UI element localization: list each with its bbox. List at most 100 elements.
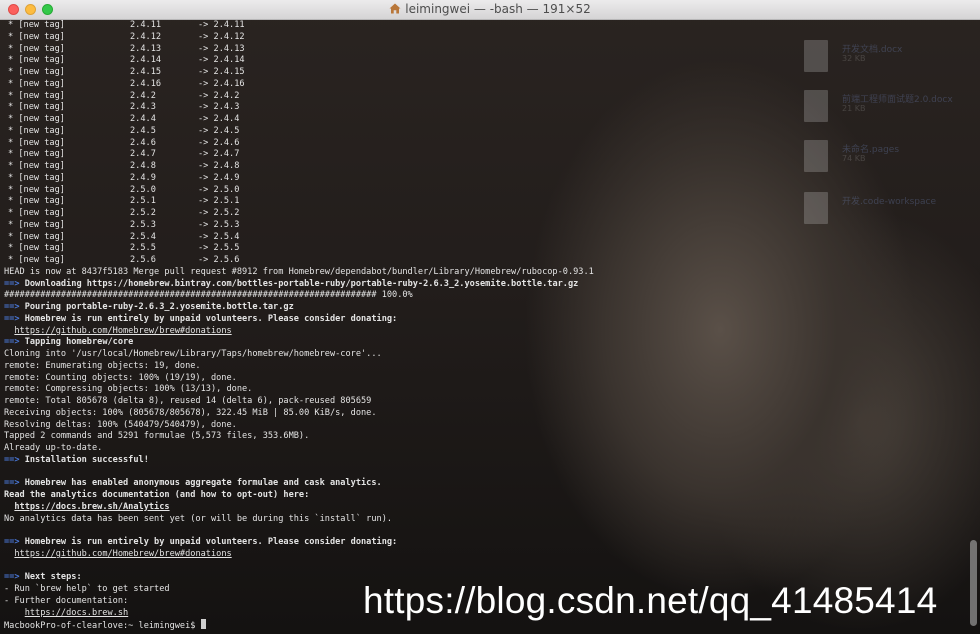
tag-ver: 2.5.2 [130,208,156,218]
output-text: - Run `brew help` to get started [4,584,170,594]
scrollbar-thumb[interactable] [970,540,977,626]
tag-label: * [new tag] [8,172,65,183]
tag-label: * [new tag] [8,196,65,207]
tag-line: * [new tag] 2.5.1 -> 2.5.1 [4,196,964,208]
tag-label: * [new tag] [8,31,65,42]
tag-line: * [new tag] 2.5.0 -> 2.5.0 [4,185,964,197]
output-line: ==> Downloading https://homebrew.bintray… [4,279,964,291]
prompt-arrow: ==> [4,478,20,489]
output-line: Cloning into '/usr/local/Homebrew/Librar… [4,349,964,361]
shell-prompt: MacbookPro-of-clearlove:~ leimingwei$ [4,621,201,632]
output-line: ==> Homebrew has enabled anonymous aggre… [4,478,964,490]
tag-line: * [new tag] 2.4.8 -> 2.4.8 [4,161,964,173]
output-line: remote: Counting objects: 100% (19/19), … [4,373,964,385]
output-text: Pouring portable-ruby-2.6.3_2.yosemite.b… [19,302,294,312]
prompt-arrow: ==> [4,537,20,547]
output-line: remote: Total 805678 (delta 8), reused 1… [4,396,964,408]
tag-label: * [new tag] [8,149,65,160]
tag-label: * [new tag] [8,20,65,30]
tag-ver: 2.4.8 [130,161,156,171]
output-line: ==> Installation successful! [4,455,964,467]
output-text: - Further documentation: [4,595,129,606]
tag-ver: 2.4.6 [130,137,156,148]
output-line: https://github.com/Homebrew/brew#donatio… [4,549,964,561]
tag-label: * [new tag] [8,43,65,54]
tag-line: * [new tag] 2.4.2 -> 2.4.2 [4,91,964,103]
tag-label: * [new tag] [8,67,65,77]
output-line: ==> Homebrew is run entirely by unpaid v… [4,314,964,326]
tag-target: -> 2.4.3 [198,102,240,113]
output-line: No analytics data has been sent yet (or … [4,514,964,526]
output-text: Homebrew has enabled anonymous aggregate… [19,478,382,489]
tag-label: * [new tag] [8,114,65,124]
watermark-text: https://blog.csdn.net/qq_41485414 [363,580,938,621]
tag-ver: 2.4.12 [130,31,162,42]
output-text: remote: Counting objects: 100% (19/19), … [4,372,237,383]
tag-target: -> 2.4.6 [198,137,240,148]
output-text: HEAD is now at 8437f5183 Merge pull requ… [4,266,594,277]
output-link[interactable]: https://github.com/Homebrew/brew#donatio… [14,549,231,559]
tag-target: -> 2.5.3 [198,219,240,230]
output-link[interactable]: https://docs.brew.sh [25,608,128,618]
terminal-output[interactable]: * [new tag] 2.4.11 -> 2.4.11 * [new tag] 2.4… [4,20,964,632]
tag-target: -> 2.4.12 [198,31,245,42]
tag-line: * [new tag] 2.4.15 -> 2.4.15 [4,67,964,79]
output-text: Homebrew is run entirely by unpaid volun… [19,537,398,547]
output-text: remote: Enumerating objects: 19, done. [4,360,201,371]
tag-target: -> 2.5.0 [198,184,240,195]
output-text: Homebrew is run entirely by unpaid volun… [19,313,398,324]
tag-label: * [new tag] [8,231,65,242]
tag-target: -> 2.4.4 [198,114,240,124]
output-line: ==> Homebrew is run entirely by unpaid v… [4,537,964,549]
prompt-arrow: ==> [4,278,20,289]
output-link[interactable]: https://docs.brew.sh/Analytics [14,502,169,512]
tag-label: * [new tag] [8,208,65,218]
output-line: HEAD is now at 8437f5183 Merge pull requ… [4,267,964,279]
tag-label: * [new tag] [8,102,65,113]
tag-line: * [new tag] 2.4.3 -> 2.4.3 [4,102,964,114]
output-link[interactable]: https://github.com/Homebrew/brew#donatio… [14,326,231,336]
tag-label: * [new tag] [8,219,65,230]
output-text: remote: Compressing objects: 100% (13/13… [4,384,253,395]
tag-label: * [new tag] [8,78,65,89]
tag-line: * [new tag] 2.5.5 -> 2.5.5 [4,243,964,255]
tag-ver: 2.4.3 [130,102,156,113]
text-cursor [200,619,206,630]
tag-target: -> 2.4.8 [198,161,240,171]
output-line: Resolving deltas: 100% (540479/540479), … [4,420,964,432]
title-bar[interactable]: leimingwei — -bash — 191×52 [0,0,980,20]
tag-target: -> 2.4.14 [198,55,245,66]
tag-ver: 2.4.15 [130,67,162,77]
tag-ver: 2.4.11 [130,20,162,30]
tag-line: * [new tag] 2.4.11 -> 2.4.11 [4,20,964,32]
output-line: ########################################… [4,290,964,302]
tag-target: -> 2.4.11 [198,20,245,30]
tag-target: -> 2.4.5 [198,125,240,136]
output-line: Already up-to-date. [4,443,964,455]
tag-ver: 2.4.16 [130,78,162,89]
output-text: remote: Total 805678 (delta 8), reused 1… [4,396,372,406]
window-title-text: leimingwei — -bash — 191×52 [405,2,591,16]
tag-ver: 2.5.6 [130,255,156,265]
tag-line: * [new tag] 2.5.6 -> 2.5.6 [4,255,964,267]
tag-ver: 2.4.9 [130,172,156,183]
tag-ver: 2.5.0 [130,184,156,195]
tag-label: * [new tag] [8,255,65,265]
tag-label: * [new tag] [8,161,65,171]
tag-line: * [new tag] 2.4.9 -> 2.4.9 [4,173,964,185]
output-line: Tapped 2 commands and 5291 formulae (5,5… [4,431,964,443]
output-text: Tapped 2 commands and 5291 formulae (5,5… [4,431,310,442]
tag-target: -> 2.4.7 [198,149,240,160]
tag-target: -> 2.5.6 [198,255,240,265]
tag-target: -> 2.5.2 [198,208,240,218]
window-title: leimingwei — -bash — 191×52 [0,2,980,16]
tag-ver: 2.4.4 [130,114,156,124]
output-line: remote: Enumerating objects: 19, done. [4,361,964,373]
output-line: https://docs.brew.sh/Analytics [4,502,964,514]
tag-target: -> 2.4.9 [198,172,240,183]
tag-ver: 2.5.1 [130,196,156,207]
output-line: Read the analytics documentation (and ho… [4,490,964,502]
